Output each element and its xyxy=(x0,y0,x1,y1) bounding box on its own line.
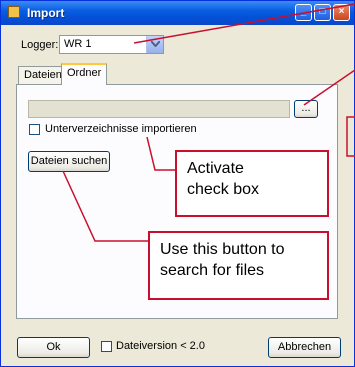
offscreen-callout-edge xyxy=(346,116,355,157)
browse-pointer-line xyxy=(303,69,355,106)
checkbox-callout: Activate check box xyxy=(175,150,329,217)
checkbox-pointer-line xyxy=(146,136,175,171)
tab-ordner-label: Ordner xyxy=(67,67,102,79)
search-callout: Use this button to search for files xyxy=(148,231,329,300)
search-pointer-line xyxy=(62,170,148,242)
search-callout-text: Use this button to search for files xyxy=(160,241,285,279)
logger-pointer-line xyxy=(133,3,355,44)
tab-ordner[interactable]: Ordner xyxy=(61,63,108,85)
checkbox-callout-text: Activate check box xyxy=(187,160,260,198)
